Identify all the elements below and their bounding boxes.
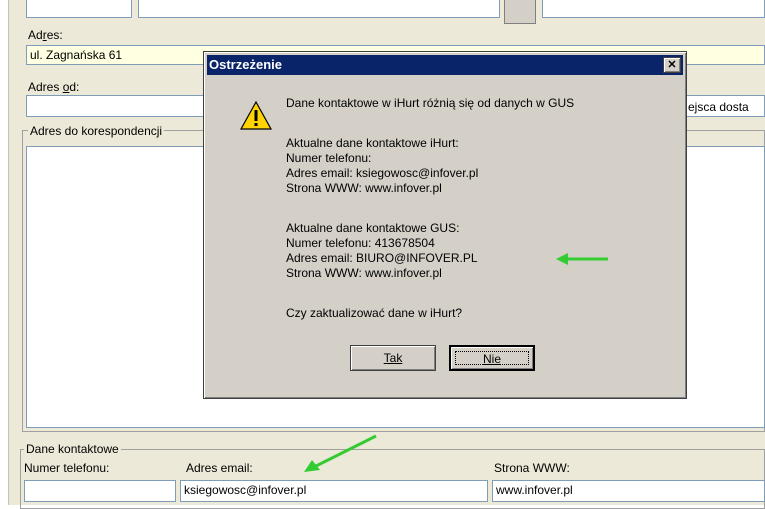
- dialog-ihurt-heading: Aktualne dane kontaktowe iHurt:: [286, 136, 459, 150]
- correspondence-label: Adres do korespondencji: [28, 124, 165, 138]
- green-arrow-icon: [304, 434, 377, 472]
- top-field-1[interactable]: [26, 0, 132, 18]
- phone-label: Numer telefonu:: [24, 461, 110, 475]
- top-field-2[interactable]: [138, 0, 500, 18]
- warning-dialog: Ostrzeżenie ✕ Dane kontaktowe w iHurt ró…: [203, 51, 687, 399]
- warning-icon: [240, 100, 272, 130]
- dialog-title: Ostrzeżenie: [209, 57, 282, 72]
- email-input[interactable]: ksiegowosc@infover.pl: [180, 480, 488, 502]
- green-arrow-icon: [556, 253, 608, 265]
- address-label: Adres:: [28, 28, 63, 42]
- dialog-ihurt-www: Strona WWW: www.infover.pl: [286, 181, 442, 195]
- dialog-titlebar[interactable]: Ostrzeżenie ✕: [207, 55, 683, 75]
- focus-rect: [455, 351, 529, 365]
- dialog-gus-www: Strona WWW: www.infover.pl: [286, 266, 442, 280]
- dialog-gus-phone: Numer telefonu: 413678504: [286, 236, 435, 250]
- dialog-ihurt-phone: Numer telefonu:: [286, 151, 372, 165]
- dialog-question: Czy zaktualizować dane w iHurt?: [286, 306, 463, 320]
- top-field-3[interactable]: [542, 0, 765, 18]
- dialog-ihurt-email: Adres email: ksiegowosc@infover.pl: [286, 166, 479, 180]
- yes-button-label: Tak: [383, 351, 403, 365]
- www-input[interactable]: www.infover.pl: [492, 480, 765, 502]
- yes-button[interactable]: Tak: [350, 345, 436, 371]
- contact-group-title: Dane kontaktowe: [24, 442, 121, 456]
- phone-input[interactable]: [24, 480, 176, 502]
- close-button[interactable]: ✕: [663, 57, 681, 73]
- address-from-label: Adres od:: [28, 80, 80, 94]
- dialog-message-header: Dane kontaktowe w iHurt różnią się od da…: [286, 96, 575, 110]
- delivery-place-label: ejsca dosta: [688, 100, 749, 114]
- no-button[interactable]: Nie: [449, 345, 535, 371]
- dialog-gus-heading: Aktualne dane kontaktowe GUS:: [286, 221, 460, 235]
- email-label: Adres email:: [186, 461, 253, 475]
- dialog-gus-email: Adres email: BIURO@INFOVER.PL: [286, 251, 478, 265]
- close-icon: ✕: [667, 59, 677, 71]
- www-label: Strona WWW:: [494, 461, 570, 475]
- top-square-button[interactable]: [504, 0, 536, 24]
